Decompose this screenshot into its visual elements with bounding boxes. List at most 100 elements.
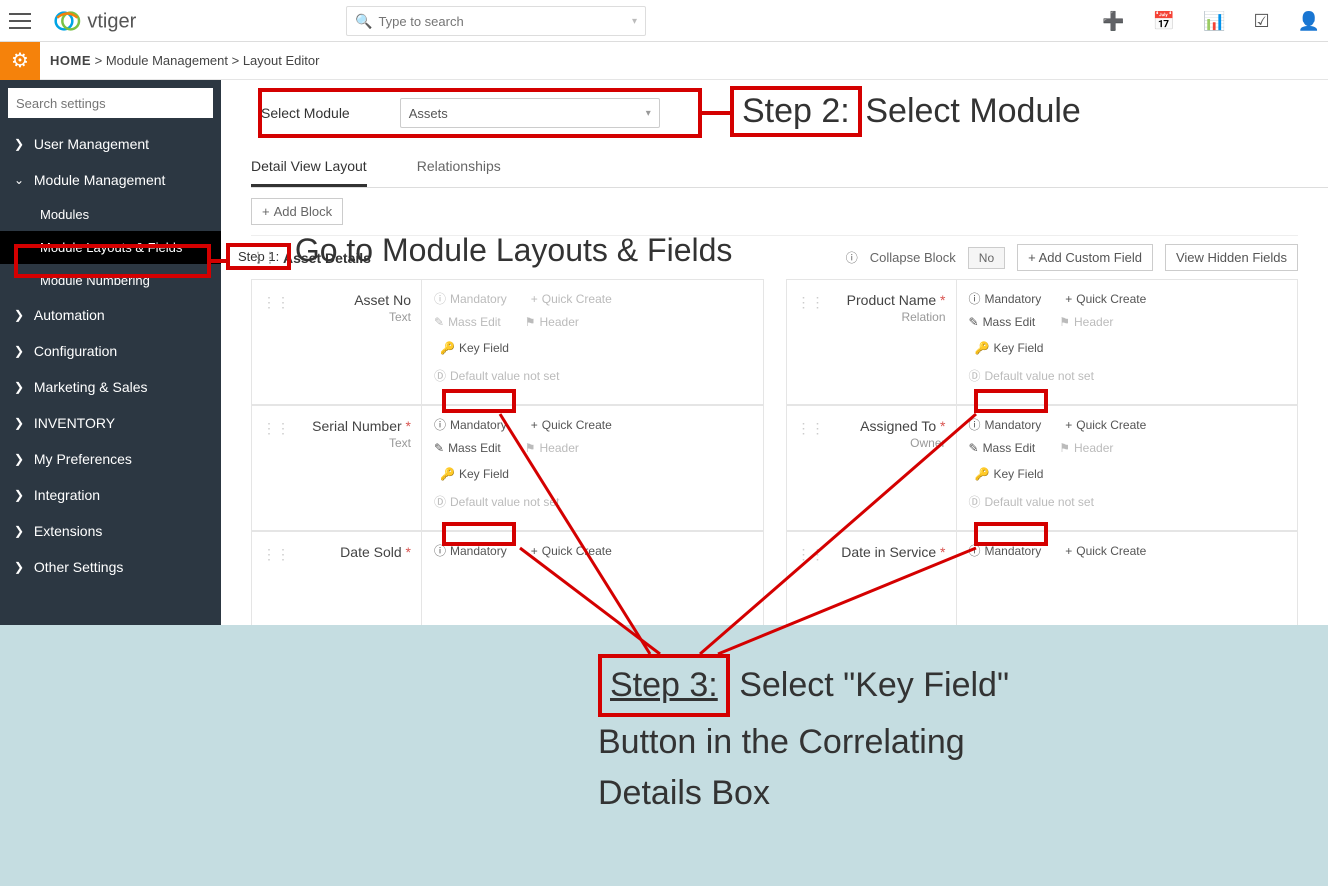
drag-handle-icon[interactable]: ⋮⋮ <box>262 294 290 311</box>
add-block-button[interactable]: +Add Block <box>251 198 343 225</box>
field-card: ⋮⋮ Product Name * Relation ⓘMandatory +Q… <box>786 279 1299 405</box>
mass-edit-toggle[interactable]: ✎Mass Edit <box>969 441 1036 455</box>
mandatory-toggle[interactable]: ⓘMandatory <box>434 290 507 307</box>
sidebar-item-label: Configuration <box>34 343 117 359</box>
field-left: ⋮⋮ Assigned To * Owner <box>787 406 957 530</box>
flag-icon: ⚑ <box>1059 315 1070 329</box>
svg-text:vtiger: vtiger <box>87 10 136 32</box>
key-field-button[interactable]: 🔑Key Field <box>434 463 515 485</box>
chevron-right-icon: ❯ <box>14 380 30 394</box>
sidebar-search <box>8 88 213 118</box>
key-field-button[interactable]: 🔑Key Field <box>969 463 1050 485</box>
plus-icon: + <box>1028 250 1039 265</box>
sidebar-sub-module-numbering[interactable]: Module Numbering <box>0 264 221 297</box>
module-select-dropdown[interactable]: Assets ▾ <box>400 98 660 128</box>
collapse-toggle[interactable]: No <box>968 247 1005 269</box>
chevron-down-icon[interactable]: ▾ <box>632 16 637 27</box>
annotation-step2-label: Step 2: <box>742 92 850 130</box>
field-left: ⋮⋮ Asset No Text <box>252 280 422 404</box>
quick-create-toggle[interactable]: +Quick Create <box>531 290 612 307</box>
drag-handle-icon[interactable]: ⋮⋮ <box>262 546 290 563</box>
edit-icon: ✎ <box>434 315 444 329</box>
sidebar-sub-module-layouts[interactable]: Module Layouts & Fields <box>0 231 221 264</box>
header-toggle[interactable]: ⚑Header <box>1059 441 1113 455</box>
view-hidden-fields-button[interactable]: View Hidden Fields <box>1165 244 1298 271</box>
key-icon: 🔑 <box>975 467 990 481</box>
tab-detail-view-layout[interactable]: Detail View Layout <box>251 148 367 187</box>
global-search[interactable]: 🔍 ▾ <box>346 6 646 36</box>
mass-edit-toggle[interactable]: ✎Mass Edit <box>434 315 501 329</box>
sidebar-item-automation[interactable]: ❯ Automation <box>0 297 221 333</box>
field-right: ⓘMandatory +Quick Create ✎Mass Edit ⚑Hea… <box>422 280 763 404</box>
header-toggle[interactable]: ⚑Header <box>1059 315 1113 329</box>
mandatory-toggle[interactable]: ⓘMandatory <box>969 290 1042 307</box>
chevron-right-icon: ❯ <box>14 452 30 466</box>
sidebar-item-configuration[interactable]: ❯ Configuration <box>0 333 221 369</box>
settings-sidebar: ❯ User Management ⌄ Module Management Mo… <box>0 80 221 626</box>
quick-create-toggle[interactable]: +Quick Create <box>531 416 612 433</box>
default-icon: Ⓓ <box>434 493 446 510</box>
sidebar-item-label: Module Management <box>34 172 166 188</box>
drag-handle-icon[interactable]: ⋮⋮ <box>797 546 825 563</box>
settings-gear-button[interactable]: ⚙ <box>0 42 40 80</box>
plus-icon: + <box>1065 292 1072 306</box>
quick-create-toggle[interactable]: +Quick Create <box>1065 542 1146 559</box>
quick-create-toggle[interactable]: +Quick Create <box>531 542 612 559</box>
info-icon: ⓘ <box>969 416 981 433</box>
layout-tabs: Detail View Layout Relationships <box>251 148 1328 188</box>
info-icon: ⓘ <box>434 542 446 559</box>
search-input[interactable] <box>378 14 632 29</box>
info-icon: ⓘ <box>969 290 981 307</box>
quick-create-toggle[interactable]: +Quick Create <box>1065 416 1146 433</box>
sidebar-item-extensions[interactable]: ❯ Extensions <box>0 513 221 549</box>
default-value-label: ⒹDefault value not set <box>969 367 1286 384</box>
calendar-icon[interactable]: 📅 <box>1153 11 1175 32</box>
user-icon[interactable]: 👤 <box>1298 11 1320 32</box>
add-icon[interactable]: ➕ <box>1102 11 1124 32</box>
check-icon[interactable]: ☑ <box>1253 11 1269 32</box>
sidebar-search-input[interactable] <box>8 88 213 118</box>
mandatory-toggle[interactable]: ⓘMandatory <box>969 542 1042 559</box>
sidebar-item-marketing-sales[interactable]: ❯ Marketing & Sales <box>0 369 221 405</box>
annotation-step1-label: Step 1: <box>238 249 279 264</box>
mass-edit-toggle[interactable]: ✎Mass Edit <box>969 315 1036 329</box>
drag-handle-icon[interactable]: ⋮⋮ <box>262 420 290 437</box>
header-toggle[interactable]: ⚑Header <box>525 315 579 329</box>
block-actions: ⓘ Collapse Block No + Add Custom Field V… <box>846 244 1298 271</box>
mandatory-toggle[interactable]: ⓘMandatory <box>434 542 507 559</box>
mandatory-toggle[interactable]: ⓘMandatory <box>969 416 1042 433</box>
breadcrumb-home[interactable]: HOME <box>50 53 91 68</box>
gear-icon: ⚙ <box>11 48 29 73</box>
tab-relationships[interactable]: Relationships <box>417 148 501 187</box>
mandatory-toggle[interactable]: ⓘMandatory <box>434 416 507 433</box>
sidebar-item-other-settings[interactable]: ❯ Other Settings <box>0 549 221 585</box>
key-field-button[interactable]: 🔑Key Field <box>434 337 515 359</box>
breadcrumb-module-mgmt[interactable]: Module Management <box>106 53 228 68</box>
sidebar-item-user-management[interactable]: ❯ User Management <box>0 126 221 162</box>
flag-icon: ⚑ <box>525 315 536 329</box>
header-toggle[interactable]: ⚑Header <box>525 441 579 455</box>
chevron-right-icon: > <box>95 53 103 68</box>
mass-edit-toggle[interactable]: ✎Mass Edit <box>434 441 501 455</box>
default-icon: Ⓓ <box>969 367 981 384</box>
add-custom-field-button[interactable]: + Add Custom Field <box>1017 244 1153 271</box>
sidebar-item-integration[interactable]: ❯ Integration <box>0 477 221 513</box>
chart-icon[interactable]: 📊 <box>1203 11 1225 32</box>
add-block-label: Add Block <box>274 204 333 219</box>
plus-icon: + <box>1065 544 1072 558</box>
hamburger-menu[interactable] <box>0 0 40 42</box>
sidebar-sub-modules[interactable]: Modules <box>0 198 221 231</box>
drag-handle-icon[interactable]: ⋮⋮ <box>797 294 825 311</box>
info-icon: ⓘ <box>434 416 446 433</box>
breadcrumb: HOME > Module Management > Layout Editor <box>50 53 319 68</box>
drag-handle-icon[interactable]: ⋮⋮ <box>797 420 825 437</box>
sidebar-item-my-preferences[interactable]: ❯ My Preferences <box>0 441 221 477</box>
sidebar-item-inventory[interactable]: ❯ INVENTORY <box>0 405 221 441</box>
quick-create-toggle[interactable]: +Quick Create <box>1065 290 1146 307</box>
search-icon: 🔍 <box>355 13 372 30</box>
field-right: ⓘMandatory +Quick Create ✎Mass Edit ⚑Hea… <box>422 406 763 530</box>
vtiger-logo[interactable]: vtiger <box>44 6 194 36</box>
key-field-button[interactable]: 🔑Key Field <box>969 337 1050 359</box>
caret-down-icon: ▾ <box>646 108 651 119</box>
sidebar-item-module-management[interactable]: ⌄ Module Management <box>0 162 221 198</box>
